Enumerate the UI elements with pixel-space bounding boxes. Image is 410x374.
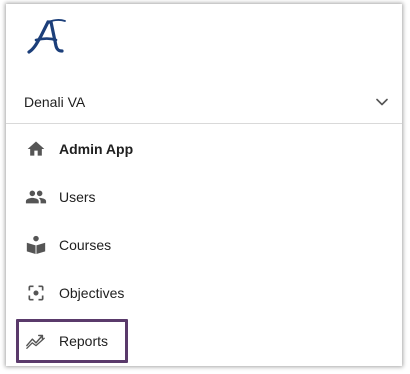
- nav-item-admin-app[interactable]: Admin App: [6, 125, 402, 173]
- nav-item-courses[interactable]: Courses: [6, 221, 402, 269]
- nav-item-label: Users: [59, 189, 96, 205]
- nav-item-reports[interactable]: Reports: [6, 317, 402, 365]
- nav-item-users[interactable]: Users: [6, 173, 402, 221]
- people-icon: [25, 186, 47, 208]
- nav-item-label: Reports: [59, 333, 109, 349]
- logo-a-icon: [27, 19, 66, 54]
- nav-item-objectives[interactable]: Objectives: [6, 269, 402, 317]
- book-reader-icon: [25, 234, 47, 256]
- navigation-panel: Denali VA Admin App Users Courses Object…: [6, 4, 402, 366]
- chevron-down-icon[interactable]: [374, 94, 390, 110]
- trending-icon: [25, 330, 47, 352]
- home-icon: [25, 138, 47, 160]
- nav-item-label: Admin App: [59, 141, 134, 157]
- nav-item-label: Objectives: [59, 285, 125, 301]
- center-focus-icon: [25, 282, 47, 304]
- nav-item-label: Courses: [59, 237, 112, 253]
- org-name: Denali VA: [24, 93, 86, 110]
- app-logo[interactable]: [26, 16, 68, 58]
- org-selector[interactable]: Denali VA: [6, 80, 402, 124]
